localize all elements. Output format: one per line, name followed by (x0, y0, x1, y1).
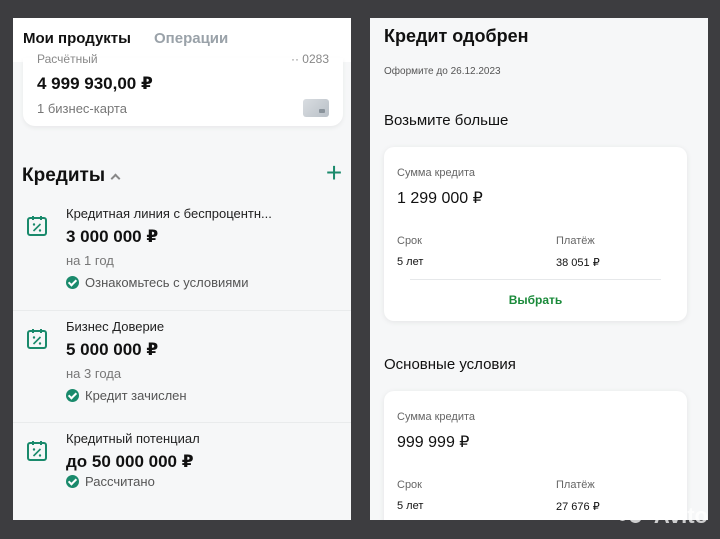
amount-value: 1 299 000 ₽ (397, 190, 483, 207)
payment-label: Платёж (556, 235, 595, 247)
section-main-terms: Основные условия (384, 356, 516, 373)
tab-operations[interactable]: Операции (154, 30, 228, 47)
section-take-more: Возьмите больше (384, 112, 509, 129)
credit-status: Ознакомьтесь с условиями (66, 275, 249, 290)
account-balance: 4 999 930,00 ₽ (37, 74, 153, 93)
credit-approved-screen: Кредит одобрен Оформите до 26.12.2023 Во… (370, 18, 708, 520)
account-type: Расчётный (37, 52, 98, 66)
tab-my-products[interactable]: Мои продукты (23, 30, 131, 47)
bank-card-icon (303, 99, 329, 117)
offer-card[interactable]: Сумма кредита 999 999 ₽ Срок Платёж 5 ле… (384, 391, 687, 520)
amount-label: Сумма кредита (397, 411, 476, 423)
credit-amount: 5 000 000 ₽ (66, 340, 159, 359)
credit-list: Кредитная линия с беспроцентн... 3 000 0… (13, 198, 351, 520)
credit-status-text: Ознакомьтесь с условиями (85, 275, 249, 290)
term-value: 5 лет (397, 500, 424, 512)
term-label: Срок (397, 235, 422, 247)
credit-amount: до 50 000 000 ₽ (66, 452, 194, 471)
credit-name: Кредитный потенциал (66, 431, 200, 446)
credit-calendar-icon (27, 216, 47, 236)
chevron-up-icon[interactable] (110, 173, 121, 184)
credit-calendar-icon (27, 329, 47, 349)
add-credit-button[interactable]: + (322, 159, 346, 187)
avito-watermark-text: Avito (653, 503, 708, 528)
payment-value: 38 051 ₽ (556, 257, 600, 269)
credit-item[interactable]: Кредитная линия с беспроцентн... 3 000 0… (13, 198, 351, 310)
deadline-text: Оформите до 26.12.2023 (384, 66, 501, 77)
account-number: ·· 0283 (290, 52, 329, 66)
credit-term: на 3 года (66, 366, 122, 381)
avito-watermark: Avito (617, 503, 708, 529)
account-card[interactable]: Расчётный ·· 0283 4 999 930,00 ₽ 1 бизне… (23, 52, 343, 126)
credit-calendar-icon (27, 441, 47, 461)
credits-title: Кредиты (22, 165, 106, 186)
credit-status: Кредит зачислен (66, 388, 187, 403)
term-label: Срок (397, 479, 422, 491)
credit-term: на 1 год (66, 253, 114, 268)
account-cards-count: 1 бизнес-карта (37, 101, 127, 116)
credit-status-text: Кредит зачислен (85, 388, 187, 403)
amount-label: Сумма кредита (397, 167, 476, 179)
payment-value: 27 676 ₽ (556, 501, 600, 513)
divider (410, 279, 661, 280)
check-circle-icon (66, 475, 79, 488)
amount-value: 999 999 ₽ (397, 434, 470, 451)
page-title: Кредит одобрен (384, 26, 529, 46)
credit-status-text: Рассчитано (85, 474, 155, 489)
check-circle-icon (66, 389, 79, 402)
credit-name: Бизнес Доверие (66, 319, 165, 334)
credit-item[interactable]: Бизнес Доверие 5 000 000 ₽ на 3 года Кре… (13, 310, 351, 422)
credit-amount: 3 000 000 ₽ (66, 227, 159, 246)
avito-logo-icon (617, 509, 650, 523)
payment-label: Платёж (556, 479, 595, 491)
term-value: 5 лет (397, 256, 424, 268)
credit-status: Рассчитано (66, 474, 155, 489)
credit-name: Кредитная линия с беспроцентн... (66, 206, 272, 221)
credit-item[interactable]: Кредитный потенциал до 50 000 000 ₽ Расс… (13, 422, 351, 520)
products-screen: Мои продукты Операции Расчётный ·· 0283 … (13, 18, 351, 520)
offer-card[interactable]: Сумма кредита 1 299 000 ₽ Срок Платёж 5 … (384, 147, 687, 321)
check-circle-icon (66, 276, 79, 289)
select-button[interactable]: Выбрать (384, 293, 687, 307)
